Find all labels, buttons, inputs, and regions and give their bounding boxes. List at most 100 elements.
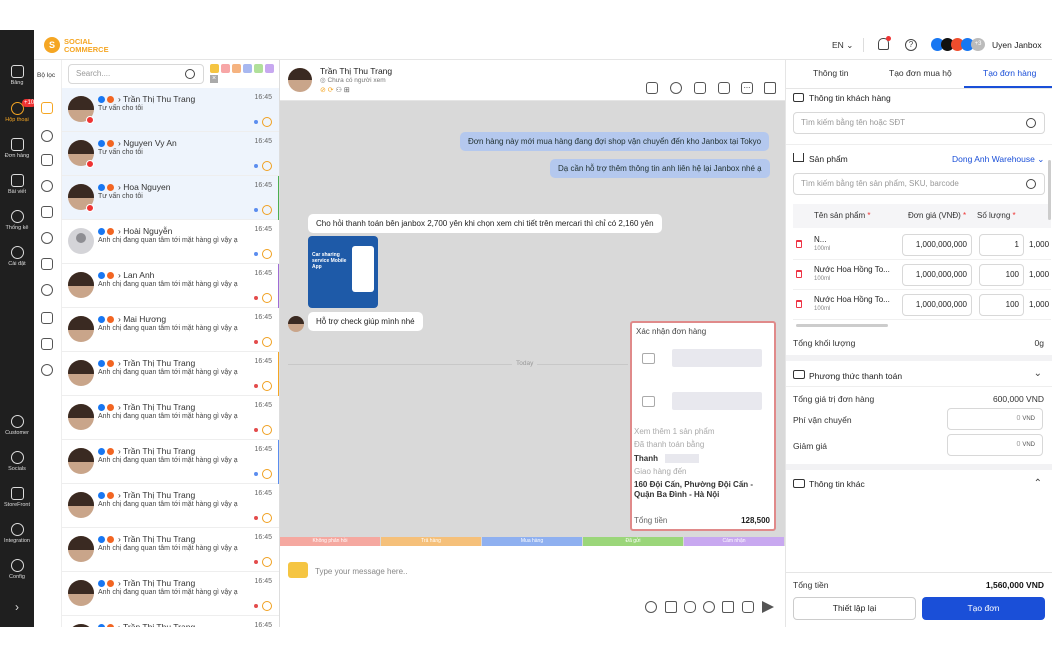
filter-message-icon[interactable]: [41, 154, 53, 166]
nav-item-customer[interactable]: Customer: [0, 415, 34, 436]
template-icon[interactable]: [665, 601, 677, 613]
search-input[interactable]: Search....: [68, 64, 204, 84]
microphone-icon[interactable]: [684, 601, 696, 613]
conversation-item[interactable]: › Mai Hương 16:45 Anh chị đang quan tâm …: [62, 308, 279, 352]
tab-create-order[interactable]: Tạo đơn hàng: [983, 68, 1036, 78]
nav-item-socials[interactable]: Socials: [0, 451, 34, 472]
image-icon[interactable]: [742, 601, 754, 613]
quick-reply-icon[interactable]: [288, 562, 308, 578]
quantity-input[interactable]: 100: [979, 264, 1024, 286]
nav-item-storefront[interactable]: StoreFront: [0, 487, 34, 508]
unit-price-input[interactable]: 1,000,000,000: [902, 234, 972, 256]
more-icon[interactable]: ...: [741, 82, 753, 94]
conversation-item[interactable]: › Trần Thị Thu Trang 16:45 Anh chị đang …: [62, 528, 279, 572]
tag-swatch[interactable]: [254, 64, 263, 73]
conversation-item[interactable]: › Nguyen Vy An 16:45 Tư vấn cho tôi: [62, 132, 279, 176]
order-more-link[interactable]: Xem thêm 1 sản phẩm: [634, 427, 714, 436]
nav-item-config[interactable]: Config: [0, 559, 34, 580]
filter-assigned-icon[interactable]: [41, 130, 53, 142]
user-name[interactable]: Uyen Janbox: [992, 40, 1042, 50]
quick-tag[interactable]: Đã gửi: [583, 537, 683, 546]
message-input[interactable]: Type your message here..: [315, 567, 408, 576]
order-confirmation-card[interactable]: Xác nhận đơn hàng Xem thêm 1 sản phẩm Đã…: [630, 321, 776, 531]
filter-clock-icon[interactable]: [41, 284, 53, 296]
unit-price-input[interactable]: 1,000,000,000: [902, 294, 972, 316]
help-circle-icon[interactable]: [645, 601, 657, 613]
filter-all-icon[interactable]: [41, 102, 53, 114]
tag-swatch[interactable]: [243, 64, 252, 73]
conversation-item[interactable]: › Trần Thị Thu Trang 16:45 Tư vấn cho tô…: [62, 88, 279, 132]
nav-item-orders[interactable]: Đơn hàng: [0, 138, 34, 159]
delete-icon[interactable]: [796, 240, 802, 248]
message-out-1: Đơn hàng này mới mua hàng đang đợi shop …: [460, 132, 770, 151]
chevron-down-icon[interactable]: ⌄: [1034, 368, 1042, 379]
tab-purchase-order[interactable]: Tạo đơn mua hộ: [889, 68, 952, 78]
tag-swatch[interactable]: [210, 64, 219, 73]
nav-item-stats[interactable]: Thống kê: [0, 210, 34, 231]
delete-icon[interactable]: [796, 300, 802, 308]
contact-avatar[interactable]: [288, 68, 312, 92]
product-search-input[interactable]: Tìm kiếm bằng tên sản phẩm, SKU, barcode: [793, 173, 1045, 195]
comment-icon[interactable]: [718, 82, 730, 94]
shipping-fee-input[interactable]: 0 VND: [947, 408, 1043, 430]
tag-swatch[interactable]: [232, 64, 241, 73]
tag-swatch[interactable]: [265, 64, 274, 73]
horizontal-scrollbar[interactable]: [796, 324, 888, 327]
tab-info[interactable]: Thông tin: [813, 68, 848, 78]
quantity-input[interactable]: 1: [979, 234, 1024, 256]
conversation-item[interactable]: › Trần Thị Thu Trang 16:45 Anh chị đang …: [62, 440, 279, 484]
conversation-time: 16:45: [254, 622, 272, 627]
tag-color-filters[interactable]: [210, 64, 276, 74]
filter-star-icon[interactable]: [41, 206, 53, 218]
create-order-button[interactable]: Tạo đơn: [922, 597, 1045, 620]
help-icon[interactable]: ?: [905, 39, 917, 51]
message-image[interactable]: Car sharing service Mobile App: [308, 236, 378, 308]
conversation-item[interactable]: › Trần Thị Thu Trang 16:45 Anh chị đang …: [62, 396, 279, 440]
assign-user-icon[interactable]: [646, 82, 658, 94]
filter-calendar-icon[interactable]: [41, 312, 53, 324]
unit-price-input[interactable]: 1,000,000,000: [902, 264, 972, 286]
conversation-item[interactable]: › Trần Thị Thu Trang 16:45: [62, 616, 279, 627]
block-icon[interactable]: [670, 82, 682, 94]
copy-icon[interactable]: [694, 82, 706, 94]
filter-label[interactable]: Bộ lọc: [37, 72, 55, 79]
conversation-item[interactable]: › Hoài Nguyễn 16:45 Anh chị đang quan tâ…: [62, 220, 279, 264]
attachment-icon[interactable]: [722, 601, 734, 613]
nav-item-dashboard[interactable]: Bảng: [0, 65, 34, 86]
quick-tag[interactable]: Cảm nhận: [684, 537, 784, 546]
contact-name[interactable]: Trần Thị Thu Trang: [320, 66, 392, 76]
send-icon[interactable]: [762, 601, 774, 613]
reset-button[interactable]: Thiết lập lại: [793, 597, 916, 620]
nav-item-chat[interactable]: Hộp thoại +10: [0, 99, 37, 123]
filter-tree-icon[interactable]: [41, 338, 53, 350]
filter-phone-icon[interactable]: [41, 232, 53, 244]
message-composer: Type your message here..: [280, 546, 785, 627]
conversation-item[interactable]: › Trần Thị Thu Trang 16:45 Anh chị đang …: [62, 484, 279, 528]
quick-tag[interactable]: Không phản hồi: [280, 537, 380, 546]
tag-swatch[interactable]: [221, 64, 230, 73]
collapse-nav-button[interactable]: ›: [0, 600, 34, 614]
conversation-item[interactable]: › Hoa Nguyen 16:45 Tư vấn cho tôi: [62, 176, 279, 220]
filter-comment-icon[interactable]: [41, 180, 53, 192]
discount-input[interactable]: 0 VND: [947, 434, 1043, 456]
chevron-up-icon[interactable]: ⌃: [1034, 478, 1042, 489]
emoji-icon[interactable]: [703, 601, 715, 613]
customer-search-input[interactable]: Tìm kiếm bằng tên hoặc SĐT: [793, 112, 1045, 134]
vertical-scrollbar[interactable]: [1048, 160, 1051, 220]
warehouse-selector[interactable]: Dong Anh Warehouse ⌄: [952, 154, 1044, 165]
nav-item-integration[interactable]: Integration: [0, 523, 34, 544]
quantity-input[interactable]: 100: [979, 294, 1024, 316]
filter-users-icon[interactable]: [41, 364, 53, 376]
nav-item-settings[interactable]: Cài đặt: [0, 246, 34, 267]
open-external-icon[interactable]: [764, 82, 776, 94]
quick-tag[interactable]: Mua hàng: [482, 537, 582, 546]
delete-icon[interactable]: [796, 270, 802, 278]
conversation-item[interactable]: › Trần Thị Thu Trang 16:45 Anh chị đang …: [62, 352, 279, 396]
nav-item-posts[interactable]: Bài viết: [0, 174, 34, 195]
conversation-item[interactable]: › Trần Thị Thu Trang 16:45 Anh chị đang …: [62, 572, 279, 616]
filter-discount-icon[interactable]: [41, 258, 53, 270]
clear-tags-icon[interactable]: ×: [210, 75, 218, 83]
conversation-item[interactable]: › Lan Anh 16:45 Anh chị đang quan tâm tớ…: [62, 264, 279, 308]
language-selector[interactable]: EN ⌄: [832, 40, 853, 51]
quick-tag[interactable]: Trả hàng: [381, 537, 481, 546]
